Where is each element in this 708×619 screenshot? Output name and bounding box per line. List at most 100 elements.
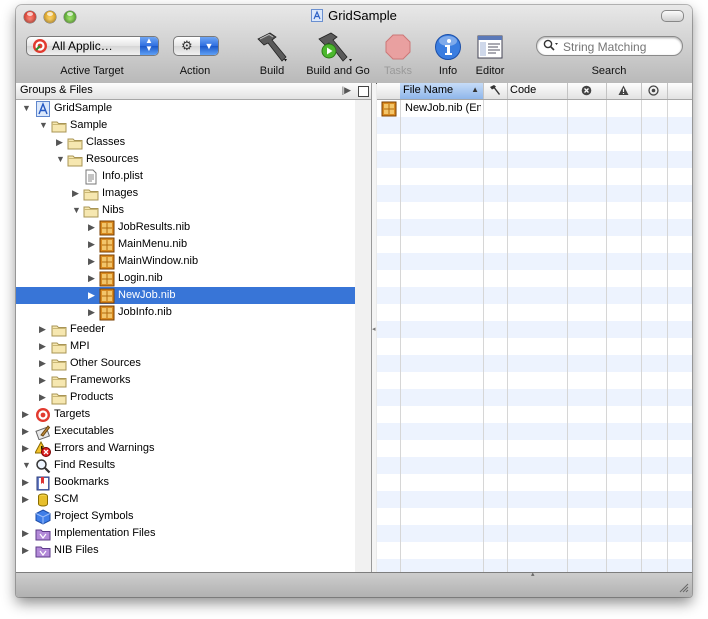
column-options-button[interactable] [355,83,371,100]
table-row-stripe [377,491,692,508]
table-row[interactable]: NewJob.nib (En [377,100,692,117]
column-header-warnings[interactable] [606,83,642,99]
smart-group-icon [35,526,51,542]
tree-item-nibs[interactable]: ▼ Nibs [16,202,355,219]
column-header-build[interactable] [483,83,508,99]
disclosure-expanded-icon[interactable]: ▼ [22,100,32,117]
disclosure-collapsed-icon[interactable]: ▶ [22,542,32,559]
tree-item-info-plist[interactable]: Info.plist [16,168,355,185]
build-button[interactable] [252,31,290,63]
window-title-bar: GridSample [16,8,692,23]
disclosure-collapsed-icon[interactable]: ▶ [88,270,98,287]
table-row-stripe [377,423,692,440]
tree-item-label: NIB Files [54,544,99,556]
search-field[interactable] [536,36,683,56]
tree-item-targets[interactable]: ▶ Targets [16,406,355,423]
disclosure-collapsed-icon[interactable]: ▶ [22,491,32,508]
tree-item-mpi[interactable]: ▶ MPI [16,338,355,355]
tree-item-other-sources[interactable]: ▶ Other Sources [16,355,355,372]
disclosure-collapsed-icon[interactable]: ▶ [72,185,82,202]
folder-icon [51,339,67,355]
column-header-target[interactable] [641,83,668,99]
tree-item-errors-and-warnings[interactable]: ▶ ! Errors and Warnings [16,440,355,457]
build-and-go-button[interactable] [315,31,357,63]
toolbar: GridSample All Applic… ▲ ▼ Active Target … [16,5,692,84]
folder-icon [51,390,67,406]
tree-item-jobresults-nib[interactable]: ▶ JobResults.nib [16,219,355,236]
disclosure-collapsed-icon[interactable]: ▶ [39,389,49,406]
tree-item-newjob-nib[interactable]: ▶ NewJob.nib [16,287,355,304]
tree-item-label: JobResults.nib [118,221,191,233]
disclosure-collapsed-icon[interactable]: ▶ [39,321,49,338]
disclosure-collapsed-icon[interactable]: ▶ [22,525,32,542]
tree-item-nib-files[interactable]: ▶ NIB Files [16,542,355,559]
sort-ascending-icon: ▲ [471,85,479,94]
disclosure-collapsed-icon[interactable]: ▶ [22,440,32,457]
disclosure-expanded-icon[interactable]: ▼ [22,457,32,474]
disclosure-collapsed-icon[interactable]: ▶ [22,406,32,423]
search-input[interactable] [561,39,680,55]
hammer-icon [489,84,501,99]
disclosure-collapsed-icon[interactable]: ▶ [88,219,98,236]
pane-splitter[interactable]: ◂ [355,83,376,572]
disclosure-expanded-icon[interactable]: ▼ [72,202,82,219]
disclosure-collapsed-icon[interactable]: ▶ [88,304,98,321]
tree-item-label: Resources [86,153,139,165]
tree-item-label: Images [102,187,139,199]
disclosure-collapsed-icon[interactable]: ▶ [39,372,49,389]
disclosure-collapsed-icon[interactable]: ▶ [39,355,49,372]
tree-item-images[interactable]: ▶ Images [16,185,355,202]
disclosure-expanded-icon[interactable]: ▼ [39,117,49,134]
disclosure-collapsed-icon[interactable]: ▶ [88,287,98,304]
tree-item-classes[interactable]: ▶ Classes [16,134,355,151]
tasks-button[interactable] [384,33,412,61]
tree-item-project-symbols[interactable]: Project Symbols [16,508,355,525]
tree-item-frameworks[interactable]: ▶ Frameworks [16,372,355,389]
detail-strip [355,83,372,572]
tree-item-feeder[interactable]: ▶ Feeder [16,321,355,338]
disclosure-collapsed-icon[interactable]: ▶ [39,338,49,355]
column-header-errors[interactable] [567,83,607,99]
disclosure-collapsed-icon[interactable]: ▶ [22,474,32,491]
toolbar-toggle-button[interactable] [661,10,684,22]
disclosure-collapsed-icon[interactable]: ▶ [88,253,98,270]
action-popup-button[interactable]: ⚙ ▼ [173,36,219,56]
tree-item-bookmarks[interactable]: ▶ Bookmarks [16,474,355,491]
disclosure-collapsed-icon[interactable]: ▶ [88,236,98,253]
tree-item-label: Executables [54,425,114,437]
tree-item-mainwindow-nib[interactable]: ▶ MainWindow.nib [16,253,355,270]
column-divider [507,100,508,572]
folder-icon [67,135,83,151]
resize-grip-icon[interactable] [677,581,689,596]
chevron-down-icon: ▼ [200,37,218,55]
tree-item-products[interactable]: ▶ Products [16,389,355,406]
tree-item-mainmenu-nib[interactable]: ▶ MainMenu.nib [16,236,355,253]
table-row-stripe [377,355,692,372]
column-header-code[interactable]: Code [507,83,568,99]
tree-item-scm[interactable]: ▶ SCM [16,491,355,508]
info-button[interactable] [434,33,462,61]
tree-item-find-results[interactable]: ▼ Find Results [16,457,355,474]
file-name-cell: NewJob.nib (En [405,102,481,114]
tree-item-jobinfo-nib[interactable]: ▶ JobInfo.nib [16,304,355,321]
tree-item-resources[interactable]: ▼ Resources [16,151,355,168]
tree-item-sample[interactable]: ▼ Sample [16,117,355,134]
disclosure-expanded-icon[interactable]: ▼ [56,151,66,168]
active-target-popup[interactable]: All Applic… ▲ ▼ [26,36,159,56]
tree-item-gridsample[interactable]: ▼ GridSample [16,100,355,117]
tree-item-login-nib[interactable]: ▶ Login.nib [16,270,355,287]
tree-item-executables[interactable]: ▶ Executables [16,423,355,441]
column-header-file-name[interactable]: File Name ▲ [400,83,484,99]
bookmarks-icon [35,475,51,491]
tree-item-label: NewJob.nib [118,289,176,301]
warning-icon: ! [34,440,51,457]
target-dot-icon [648,85,659,99]
disclosure-collapsed-icon[interactable]: ▶ [56,134,66,151]
column-header-icon[interactable] [377,83,401,99]
editor-icon [477,35,503,59]
collapse-pane-icon[interactable]: |▶ [342,85,351,96]
tree-item-implementation-files[interactable]: ▶ Implementation Files [16,525,355,542]
groups-header-label: Groups & Files [20,84,93,96]
editor-button[interactable] [476,33,504,61]
disclosure-collapsed-icon[interactable]: ▶ [22,423,32,440]
